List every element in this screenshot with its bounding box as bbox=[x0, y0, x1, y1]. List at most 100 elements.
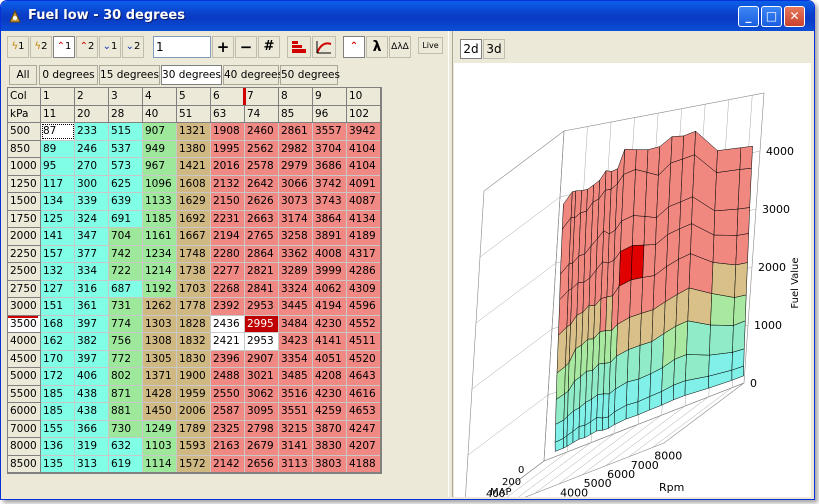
fuel-cell[interactable]: 2150 bbox=[210, 192, 245, 211]
add-button[interactable]: + bbox=[212, 36, 234, 58]
lambda-button[interactable]: λ bbox=[366, 36, 388, 58]
fuel-cell[interactable]: 397 bbox=[74, 349, 109, 368]
fuel-cell[interactable]: 2864 bbox=[244, 244, 279, 263]
fuel-cell[interactable]: 1428 bbox=[142, 384, 177, 403]
fuel-cell[interactable]: 246 bbox=[74, 139, 109, 158]
kpa-header-cell[interactable]: 74 bbox=[244, 104, 279, 123]
fuel-cell[interactable]: 4189 bbox=[346, 227, 381, 246]
fuel-cell[interactable]: 4008 bbox=[312, 244, 347, 263]
fuel-cell[interactable]: 4207 bbox=[346, 437, 381, 456]
column-index-header[interactable]: 7 bbox=[244, 87, 279, 106]
fuel-cell[interactable]: 2982 bbox=[278, 139, 313, 158]
fuel-cell[interactable]: 1161 bbox=[142, 227, 177, 246]
fuel-cell[interactable]: 89 bbox=[40, 139, 75, 158]
column-index-header[interactable]: 5 bbox=[176, 87, 211, 106]
fuel-cell[interactable]: 313 bbox=[74, 454, 109, 473]
surface-plot[interactable]: 0100020003000400010002000300040005000600… bbox=[454, 63, 811, 499]
cell-tool-2-button[interactable]: ϟ2 bbox=[30, 36, 52, 58]
rpm-row-header[interactable]: 1250 bbox=[7, 174, 41, 193]
rpm-row-header[interactable]: 4000 bbox=[7, 332, 41, 351]
fuel-cell[interactable]: 2679 bbox=[244, 437, 279, 456]
title-bar[interactable]: Fuel low - 30 degrees _ □ ✕ bbox=[1, 1, 814, 31]
fuel-cell[interactable]: 1249 bbox=[142, 419, 177, 438]
column-index-header[interactable]: 2 bbox=[74, 87, 109, 106]
fuel-cell[interactable]: 2626 bbox=[244, 192, 279, 211]
fuel-cell[interactable]: 382 bbox=[74, 332, 109, 351]
fuel-cell[interactable]: 3113 bbox=[278, 454, 313, 473]
fuel-cell[interactable]: 1450 bbox=[142, 402, 177, 421]
fuel-cell[interactable]: 185 bbox=[40, 402, 75, 421]
fuel-cell[interactable]: 4247 bbox=[346, 419, 381, 438]
kpa-header-cell[interactable]: 102 bbox=[346, 104, 381, 123]
fuel-cell[interactable]: 1738 bbox=[176, 262, 211, 281]
fuel-cell[interactable]: 3686 bbox=[312, 157, 347, 176]
fuel-cell[interactable]: 2325 bbox=[210, 419, 245, 438]
fuel-cell[interactable]: 4616 bbox=[346, 384, 381, 403]
fuel-cell[interactable]: 3445 bbox=[278, 297, 313, 316]
tab-30-degrees[interactable]: 30 degrees bbox=[161, 65, 222, 85]
fuel-cell[interactable]: 2231 bbox=[210, 209, 245, 228]
fuel-cell[interactable]: 1995 bbox=[210, 139, 245, 158]
fuel-cell[interactable]: 722 bbox=[108, 262, 143, 281]
fuel-cell[interactable]: 4104 bbox=[346, 157, 381, 176]
fuel-cell[interactable]: 172 bbox=[40, 367, 75, 386]
increment-value-input[interactable] bbox=[153, 36, 211, 58]
fuel-cell[interactable]: 1262 bbox=[142, 297, 177, 316]
fuel-cell[interactable]: 132 bbox=[40, 262, 75, 281]
fuel-cell[interactable]: 1096 bbox=[142, 174, 177, 193]
fuel-cell[interactable]: 4520 bbox=[346, 349, 381, 368]
fuel-cell[interactable]: 2436 bbox=[210, 314, 245, 333]
fuel-cell[interactable]: 1572 bbox=[176, 454, 211, 473]
fuel-cell[interactable]: 2642 bbox=[244, 174, 279, 193]
fuel-cell[interactable]: 3324 bbox=[278, 279, 313, 298]
rpm-row-header[interactable]: 850 bbox=[7, 139, 41, 158]
fuel-cell[interactable]: 742 bbox=[108, 244, 143, 263]
fuel-cell[interactable]: 1103 bbox=[142, 437, 177, 456]
rpm-row-header[interactable]: 2500 bbox=[7, 262, 41, 281]
fuel-cell[interactable]: 704 bbox=[108, 227, 143, 246]
fuel-cell[interactable]: 438 bbox=[74, 402, 109, 421]
fuel-cell[interactable]: 2268 bbox=[210, 279, 245, 298]
fuel-cell[interactable]: 1900 bbox=[176, 367, 211, 386]
fuel-cell[interactable]: 881 bbox=[108, 402, 143, 421]
fuel-cell[interactable]: 639 bbox=[108, 192, 143, 211]
fuel-cell[interactable]: 1667 bbox=[176, 227, 211, 246]
fuel-cell[interactable]: 151 bbox=[40, 297, 75, 316]
fuel-cell[interactable]: 4309 bbox=[346, 279, 381, 298]
fuel-cell[interactable]: 2587 bbox=[210, 402, 245, 421]
fuel-cell[interactable]: 730 bbox=[108, 419, 143, 438]
fuel-cell[interactable]: 168 bbox=[40, 314, 75, 333]
fuel-cell[interactable]: 1908 bbox=[210, 122, 245, 141]
fuel-cell[interactable]: 772 bbox=[108, 349, 143, 368]
fuel-cell[interactable]: 4552 bbox=[346, 314, 381, 333]
fuel-cell[interactable]: 2765 bbox=[244, 227, 279, 246]
fuel-cell[interactable]: 3021 bbox=[244, 367, 279, 386]
fuel-cell[interactable]: 2006 bbox=[176, 402, 211, 421]
column-index-header[interactable]: 8 bbox=[278, 87, 313, 106]
cell-tool-1-button[interactable]: ϟ1 bbox=[7, 36, 29, 58]
fuel-cell[interactable]: 2277 bbox=[210, 262, 245, 281]
fuel-cell[interactable]: 774 bbox=[108, 314, 143, 333]
fuel-cell[interactable]: 1133 bbox=[142, 192, 177, 211]
down-arrow-2-button[interactable]: ⌄2 bbox=[122, 36, 144, 58]
fuel-cell[interactable]: 4259 bbox=[312, 402, 347, 421]
fuel-cell[interactable]: 802 bbox=[108, 367, 143, 386]
fuel-cell[interactable]: 2392 bbox=[210, 297, 245, 316]
tab-40-degrees[interactable]: 40 degrees bbox=[223, 65, 283, 85]
fuel-cell[interactable]: 438 bbox=[74, 384, 109, 403]
column-index-header[interactable]: 1 bbox=[40, 87, 75, 106]
rpm-row-header[interactable]: 7000 bbox=[7, 419, 41, 438]
fuel-cell[interactable]: 3830 bbox=[312, 437, 347, 456]
fuel-cell[interactable]: 2907 bbox=[244, 349, 279, 368]
fuel-cell[interactable]: 95 bbox=[40, 157, 75, 176]
fuel-cell[interactable]: 3864 bbox=[312, 209, 347, 228]
fuel-cell[interactable]: 967 bbox=[142, 157, 177, 176]
fuel-cell[interactable]: 4317 bbox=[346, 244, 381, 263]
fuel-cell[interactable]: 157 bbox=[40, 244, 75, 263]
fuel-cell[interactable]: 2995 bbox=[244, 314, 279, 333]
fuel-cell[interactable]: 4653 bbox=[346, 402, 381, 421]
kpa-header-cell[interactable]: 11 bbox=[40, 104, 75, 123]
rpm-row-header[interactable]: 1750 bbox=[7, 209, 41, 228]
fuel-cell[interactable]: 1748 bbox=[176, 244, 211, 263]
fuel-cell[interactable]: 1321 bbox=[176, 122, 211, 141]
